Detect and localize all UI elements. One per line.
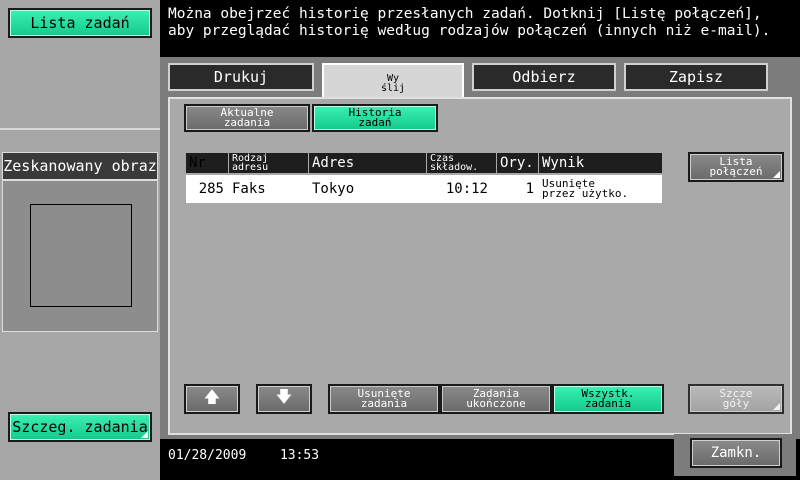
date-time: 01/28/2009 13:53 [168,448,319,463]
col-header-address: Adres [308,153,426,173]
table-header: Nr Rodzaj adresu Adres Czas składow. Ory… [186,153,662,173]
arrow-up-icon: 🡅 [203,386,221,406]
current-jobs-subtab[interactable]: Aktualne zadania [184,104,310,132]
cell-result: Usunięte przez użytko. [542,176,629,200]
tab-save[interactable]: Zapisz [624,63,768,91]
job-history-label: Historia zadań [348,106,402,129]
deleted-jobs-label: Usunięte zadania [357,387,411,410]
tab-receive[interactable]: Odbierz [472,63,616,91]
history-table: Nr Rodzaj adresu Adres Czas składow. Ory… [186,153,662,205]
tab-save-label: Zapisz [668,68,724,86]
details-label: Szcze góły [719,387,753,410]
connection-list-button[interactable]: Lista połączeń [688,152,784,182]
cell-originals: 1 [525,180,534,197]
scroll-down-button[interactable]: 🡇 [256,384,312,414]
left-divider [0,128,160,130]
job-details-button[interactable]: Szczeg. zadania [8,412,152,442]
job-history-subtab[interactable]: Historia zadań [312,104,438,132]
job-list-button[interactable]: Lista zadań [8,8,152,38]
tab-print[interactable]: Drukuj [168,63,314,91]
info-message: Można obejrzeć historię przesłanych zada… [168,6,771,39]
cell-transmit-time: 10:12 [445,180,488,197]
deleted-jobs-button[interactable]: Usunięte zadania [328,384,440,414]
cell-address: Tokyo [312,180,355,197]
current-jobs-label: Aktualne zadania [220,106,274,129]
scroll-up-button[interactable]: 🡅 [184,384,240,414]
col-header-originals: Ory. [496,153,538,173]
tab-send-label: Wy ślij [380,73,406,94]
completed-jobs-label: Zadania ukończone [466,387,526,410]
cell-no: 285 [198,180,224,197]
scanned-image-area [2,180,158,332]
cell-address-type: Faks [232,180,266,197]
tab-receive-label: Odbierz [512,68,576,86]
col-header-address-type: Rodzaj adresu [228,153,308,173]
status-date: 01/28/2009 [168,448,247,463]
scanned-image-label: Zeskanowany obraz [2,152,158,180]
status-time: 13:53 [279,448,320,463]
table-row[interactable]: 285 Faks Tokyo 10:12 1 Usunięte przez uż… [186,175,662,203]
arrow-down-icon: 🡇 [275,386,293,406]
job-list-label: Lista zadań [30,14,130,32]
connection-list-label: Lista połączeń [709,155,763,178]
tab-print-label: Drukuj [213,68,269,86]
all-jobs-label: Wszystk. zadania [581,387,635,410]
completed-jobs-button[interactable]: Zadania ukończone [440,384,552,414]
col-header-transmit-time: Czas składow. [426,153,496,173]
close-button[interactable]: Zamkn. [690,438,782,468]
close-label: Zamkn. [710,445,762,461]
col-header-result: Wynik [538,153,662,173]
all-jobs-button[interactable]: Wszystk. zadania [552,384,664,414]
scanned-image-thumbnail [30,204,132,307]
col-header-no: Nr [189,155,206,171]
job-details-label: Szczeg. zadania [12,418,148,436]
details-button[interactable]: Szcze góły [688,384,784,414]
